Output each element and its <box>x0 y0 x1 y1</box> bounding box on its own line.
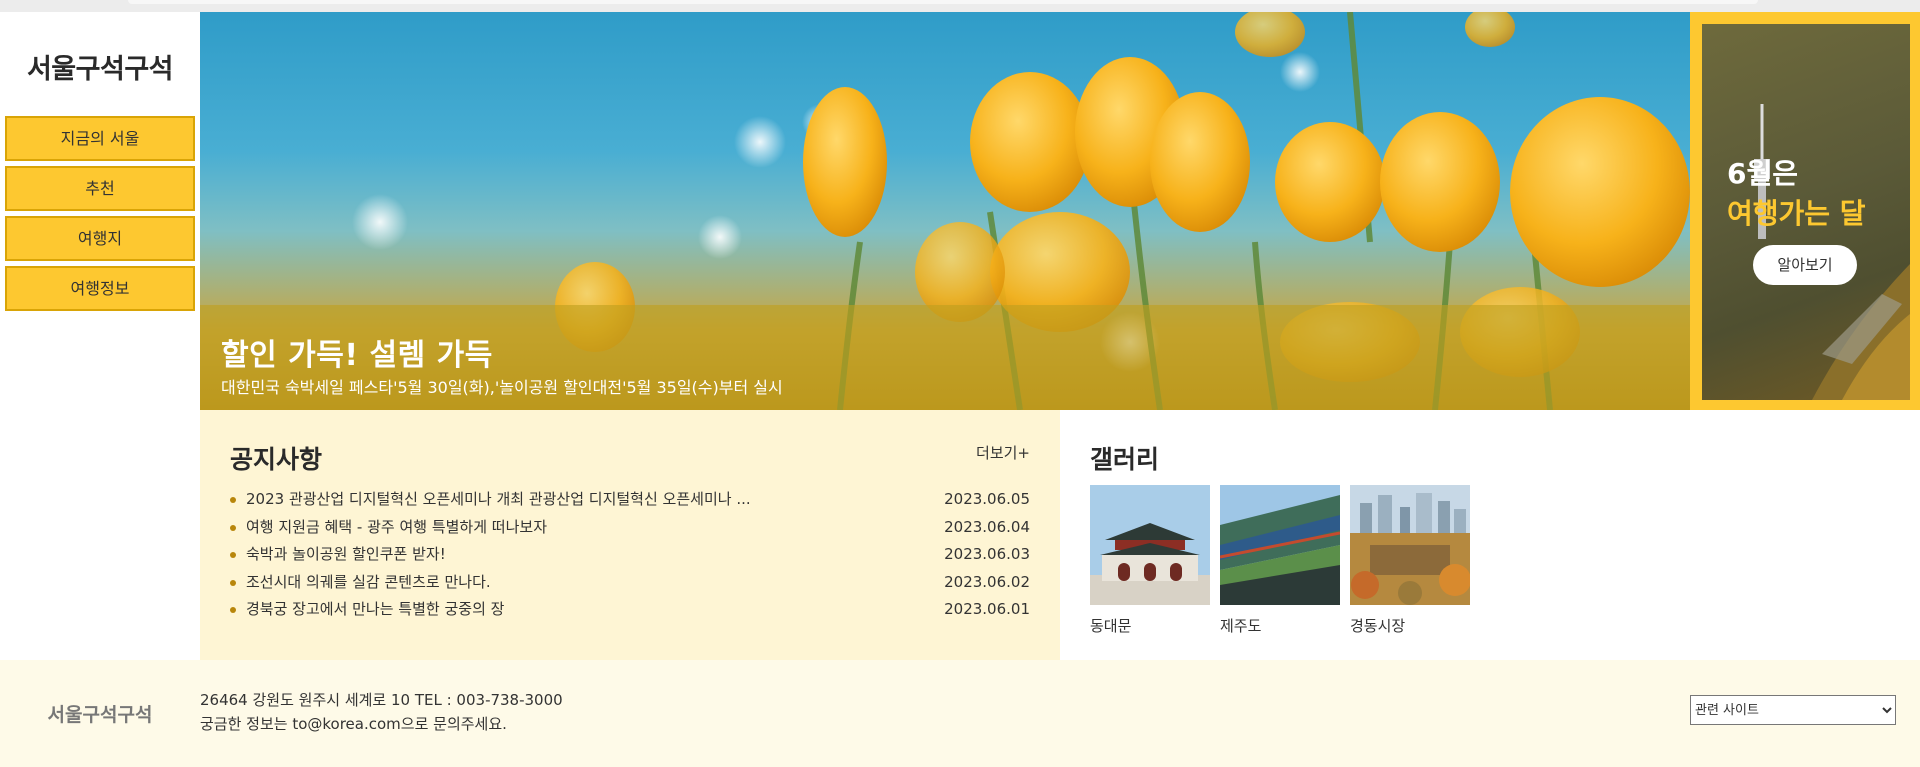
notice-item-date: 2023.06.03 <box>944 545 1030 563</box>
notice-item-date: 2023.06.05 <box>944 490 1030 508</box>
gallery-thumb-palace-eaves <box>1220 485 1340 605</box>
notice-title: 공지사항 <box>230 445 323 474</box>
notice-item-text: 숙박과 놀이공원 할인쿠폰 받자! <box>246 545 446 563</box>
side-banner: 6월은 여행가는 달 알아보기 <box>1690 12 1920 410</box>
gallery-thumb-city-skyline <box>1350 485 1470 605</box>
banner-title-line2: 여행가는 달 <box>1727 197 1866 230</box>
notice-item[interactable]: 여행 지원금 혜택 - 광주 여행 특별하게 떠나보자 2023.06.04 <box>230 514 1030 542</box>
related-sites-select[interactable]: 관련 사이트 <box>1690 695 1896 725</box>
banner-title-line1: 6월은 <box>1727 157 1799 190</box>
notice-section: 공지사항 더보기+ 2023 관광산업 디지털혁신 오픈세미나 개최 관광산업 … <box>200 410 1060 660</box>
notice-item-text: 2023 관광산업 디지털혁신 오픈세미나 개최 관광산업 디지털혁신 오픈세미… <box>246 490 751 508</box>
hero-subtitle: 대한민국 숙박세일 페스타'5월 30일(화),'놀이공원 할인대전'5월 35… <box>221 378 783 397</box>
footer-address: 26464 강원도 원주시 세계로 10 TEL : 003-738-3000 <box>200 691 563 709</box>
bullet-icon <box>230 607 236 613</box>
nav-item-travel-info[interactable]: 여행정보 <box>5 266 195 311</box>
bullet-icon <box>230 524 236 531</box>
nav-item-recommend[interactable]: 추천 <box>5 166 195 211</box>
nav-item-destinations[interactable]: 여행지 <box>5 216 195 261</box>
footer-address-block: 26464 강원도 원주시 세계로 10 TEL : 003-738-3000 … <box>200 688 563 736</box>
bullet-icon <box>230 579 236 586</box>
bullet-icon <box>230 552 236 558</box>
notice-item-date: 2023.06.02 <box>944 572 1030 591</box>
hero-caption: 할인 가득! 설렘 가득 대한민국 숙박세일 페스타'5월 30일(화),'놀이… <box>200 305 1690 410</box>
gallery-item[interactable]: 제주도 <box>1220 485 1340 636</box>
footer-logo: 서울구석구석 <box>47 704 153 726</box>
gallery-thumb-palace-gate <box>1090 485 1210 605</box>
gallery-title: 갤러리 <box>1090 445 1160 474</box>
site-logo[interactable]: 서울구석구석 <box>0 47 200 86</box>
nav-item-now-seoul[interactable]: 지금의 서울 <box>5 116 195 161</box>
footer: 서울구석구석 26464 강원도 원주시 세계로 10 TEL : 003-73… <box>0 660 1920 767</box>
gallery-item[interactable]: 동대문 <box>1090 485 1210 636</box>
notice-item[interactable]: 2023 관광산업 디지털혁신 오픈세미나 개최 관광산업 디지털혁신 오픈세미… <box>230 486 1030 514</box>
learn-more-button[interactable]: 알아보기 <box>1753 245 1857 285</box>
browser-top-strip <box>0 0 1920 12</box>
notice-item-text: 경북궁 장고에서 만나는 특별한 궁중의 장 <box>246 600 505 618</box>
gallery-item-label: 동대문 <box>1090 617 1132 635</box>
gallery-item[interactable]: 경동시장 <box>1350 485 1470 636</box>
notice-item-date: 2023.06.04 <box>944 517 1030 536</box>
gallery-item-label: 제주도 <box>1220 617 1262 635</box>
gallery-item-label: 경동시장 <box>1350 617 1406 635</box>
notice-item[interactable]: 경북궁 장고에서 만나는 특별한 궁중의 장 2023.06.01 <box>230 596 1030 624</box>
bullet-icon <box>230 497 236 503</box>
notice-item-text: 여행 지원금 혜택 - 광주 여행 특별하게 떠나보자 <box>246 517 547 536</box>
footer-contact: 궁금한 정보는 to@korea.com으로 문의주세요. <box>200 715 507 733</box>
notice-list: 2023 관광산업 디지털혁신 오픈세미나 개최 관광산업 디지털혁신 오픈세미… <box>230 486 1030 624</box>
hero-title: 할인 가득! 설렘 가득 <box>221 338 493 373</box>
notice-more-link[interactable]: 더보기+ <box>976 442 1030 463</box>
banner-image-panel: 6월은 여행가는 달 알아보기 <box>1702 24 1910 400</box>
notice-item[interactable]: 숙박과 놀이공원 할인쿠폰 받자! 2023.06.03 <box>230 541 1030 569</box>
notice-item[interactable]: 조선시대 의궤를 실감 콘텐츠로 만나다. 2023.06.02 <box>230 569 1030 597</box>
notice-item-text: 조선시대 의궤를 실감 콘텐츠로 만나다. <box>246 572 491 591</box>
main-nav: 지금의 서울 추천 여행지 여행정보 <box>5 116 195 316</box>
hero-banner[interactable]: 할인 가득! 설렘 가득 대한민국 숙박세일 페스타'5월 30일(화),'놀이… <box>200 12 1690 410</box>
gallery-section: 갤러리 동대문 제주도 경동시장 <box>1060 410 1920 660</box>
sidebar: 서울구석구석 지금의 서울 추천 여행지 여행정보 <box>0 12 200 660</box>
notice-item-date: 2023.06.01 <box>944 600 1030 618</box>
